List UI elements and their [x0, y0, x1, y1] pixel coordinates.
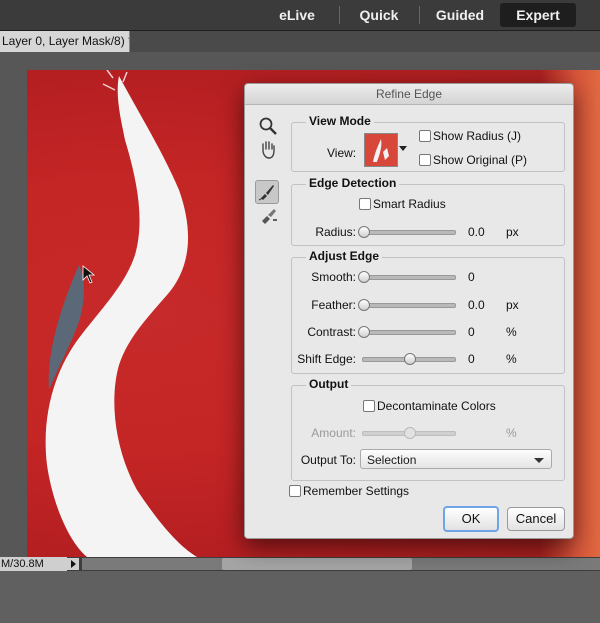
- status-bar: M/30.8M: [0, 557, 600, 571]
- ok-button[interactable]: OK: [443, 506, 499, 532]
- mode-divider: [419, 6, 420, 24]
- feather-slider-knob[interactable]: [358, 299, 370, 311]
- output-group: Output Decontaminate Colors Amount: % Ou…: [291, 377, 565, 481]
- radius-slider-knob[interactable]: [358, 226, 370, 238]
- radius-unit: px: [506, 225, 519, 239]
- document-tab[interactable]: Layer 0, Layer Mask/8) *: [0, 31, 130, 52]
- remember-settings-checkbox[interactable]: [289, 485, 301, 497]
- refine-radius-brush-icon: [258, 185, 274, 201]
- remember-settings-label: Remember Settings: [303, 484, 410, 498]
- output-to-label: Output To:: [300, 453, 356, 467]
- feather-unit: px: [506, 298, 519, 312]
- view-label: View:: [327, 146, 357, 160]
- feather-slider-track[interactable]: [362, 303, 456, 308]
- shift-edge-unit: %: [506, 352, 517, 366]
- refine-radius-tool-button[interactable]: [255, 180, 279, 204]
- view-dropdown-arrow-icon[interactable]: [399, 146, 407, 151]
- view-mode-thumbnail[interactable]: [364, 133, 398, 167]
- amount-unit: %: [506, 426, 517, 440]
- smart-radius-label: Smart Radius: [373, 197, 446, 211]
- amount-slider-knob: [404, 427, 416, 439]
- document-tab-bar: Layer 0, Layer Mask/8) *: [0, 31, 600, 52]
- view-thumbnail-image: [373, 139, 389, 162]
- tab-quick[interactable]: Quick: [345, 3, 413, 27]
- show-radius-checkbox[interactable]: [419, 130, 431, 142]
- scrollbar-thumb[interactable]: [222, 558, 412, 570]
- amount-label: Amount:: [311, 426, 356, 440]
- edge-detection-group: Edge Detection Smart Radius Radius: 0.0 …: [291, 176, 565, 246]
- shift-edge-label: Shift Edge:: [297, 352, 356, 366]
- contrast-label: Contrast:: [307, 325, 356, 339]
- show-original-checkbox[interactable]: [419, 154, 431, 166]
- refine-edge-dialog: Refine Edge View Mode View: Show Radius: [244, 83, 574, 539]
- smooth-label: Smooth:: [311, 270, 356, 284]
- contrast-slider-track[interactable]: [362, 330, 456, 335]
- view-mode-heading: View Mode: [306, 114, 374, 128]
- document-size: M/30.8M: [0, 557, 67, 571]
- decontaminate-colors-label: Decontaminate Colors: [377, 399, 496, 413]
- hand-tool-icon[interactable]: [258, 139, 278, 159]
- show-radius-label: Show Radius (J): [433, 129, 522, 143]
- feather-label: Feather:: [311, 298, 356, 312]
- mode-bar: eLive Quick Guided Expert: [0, 0, 600, 31]
- output-heading: Output: [306, 377, 352, 391]
- output-to-select[interactable]: Selection: [360, 449, 552, 469]
- show-original-label: Show Original (P): [433, 153, 528, 167]
- cursor-arrow-icon: [82, 265, 96, 284]
- edge-detection-heading: Edge Detection: [306, 176, 400, 190]
- contrast-unit: %: [506, 325, 517, 339]
- erase-refinements-tool-icon[interactable]: [259, 206, 279, 226]
- smooth-value[interactable]: 0: [468, 270, 475, 284]
- tab-expert[interactable]: Expert: [500, 3, 576, 27]
- tab-elive[interactable]: eLive: [262, 3, 332, 27]
- cancel-button[interactable]: Cancel: [507, 507, 565, 531]
- feather-value[interactable]: 0.0: [468, 298, 485, 312]
- smooth-slider-track[interactable]: [362, 275, 456, 280]
- shift-edge-slider-knob[interactable]: [404, 353, 416, 365]
- contrast-value[interactable]: 0: [468, 325, 475, 339]
- radius-value[interactable]: 0.0: [468, 225, 485, 239]
- tab-guided[interactable]: Guided: [424, 3, 496, 27]
- status-menu-arrow-icon[interactable]: [67, 558, 79, 570]
- dialog-title: Refine Edge: [245, 84, 573, 105]
- decontaminate-colors-checkbox[interactable]: [363, 400, 375, 412]
- smart-radius-checkbox[interactable]: [359, 198, 371, 210]
- adjust-edge-group: Adjust Edge Smooth: 0 Feather: 0.0 px Co…: [291, 249, 565, 374]
- view-mode-group: View Mode View: Show Radius (J) Show Ori…: [291, 114, 565, 172]
- panel-bin: [0, 571, 600, 623]
- smooth-slider-knob[interactable]: [358, 271, 370, 283]
- zoom-tool-icon[interactable]: [258, 116, 278, 136]
- radius-label: Radius:: [315, 225, 356, 239]
- radius-slider-track[interactable]: [362, 230, 456, 235]
- contrast-slider-knob[interactable]: [358, 326, 370, 338]
- adjust-edge-heading: Adjust Edge: [306, 249, 383, 263]
- shift-edge-value[interactable]: 0: [468, 352, 475, 366]
- horizontal-scrollbar[interactable]: [82, 558, 600, 570]
- mode-divider: [339, 6, 340, 24]
